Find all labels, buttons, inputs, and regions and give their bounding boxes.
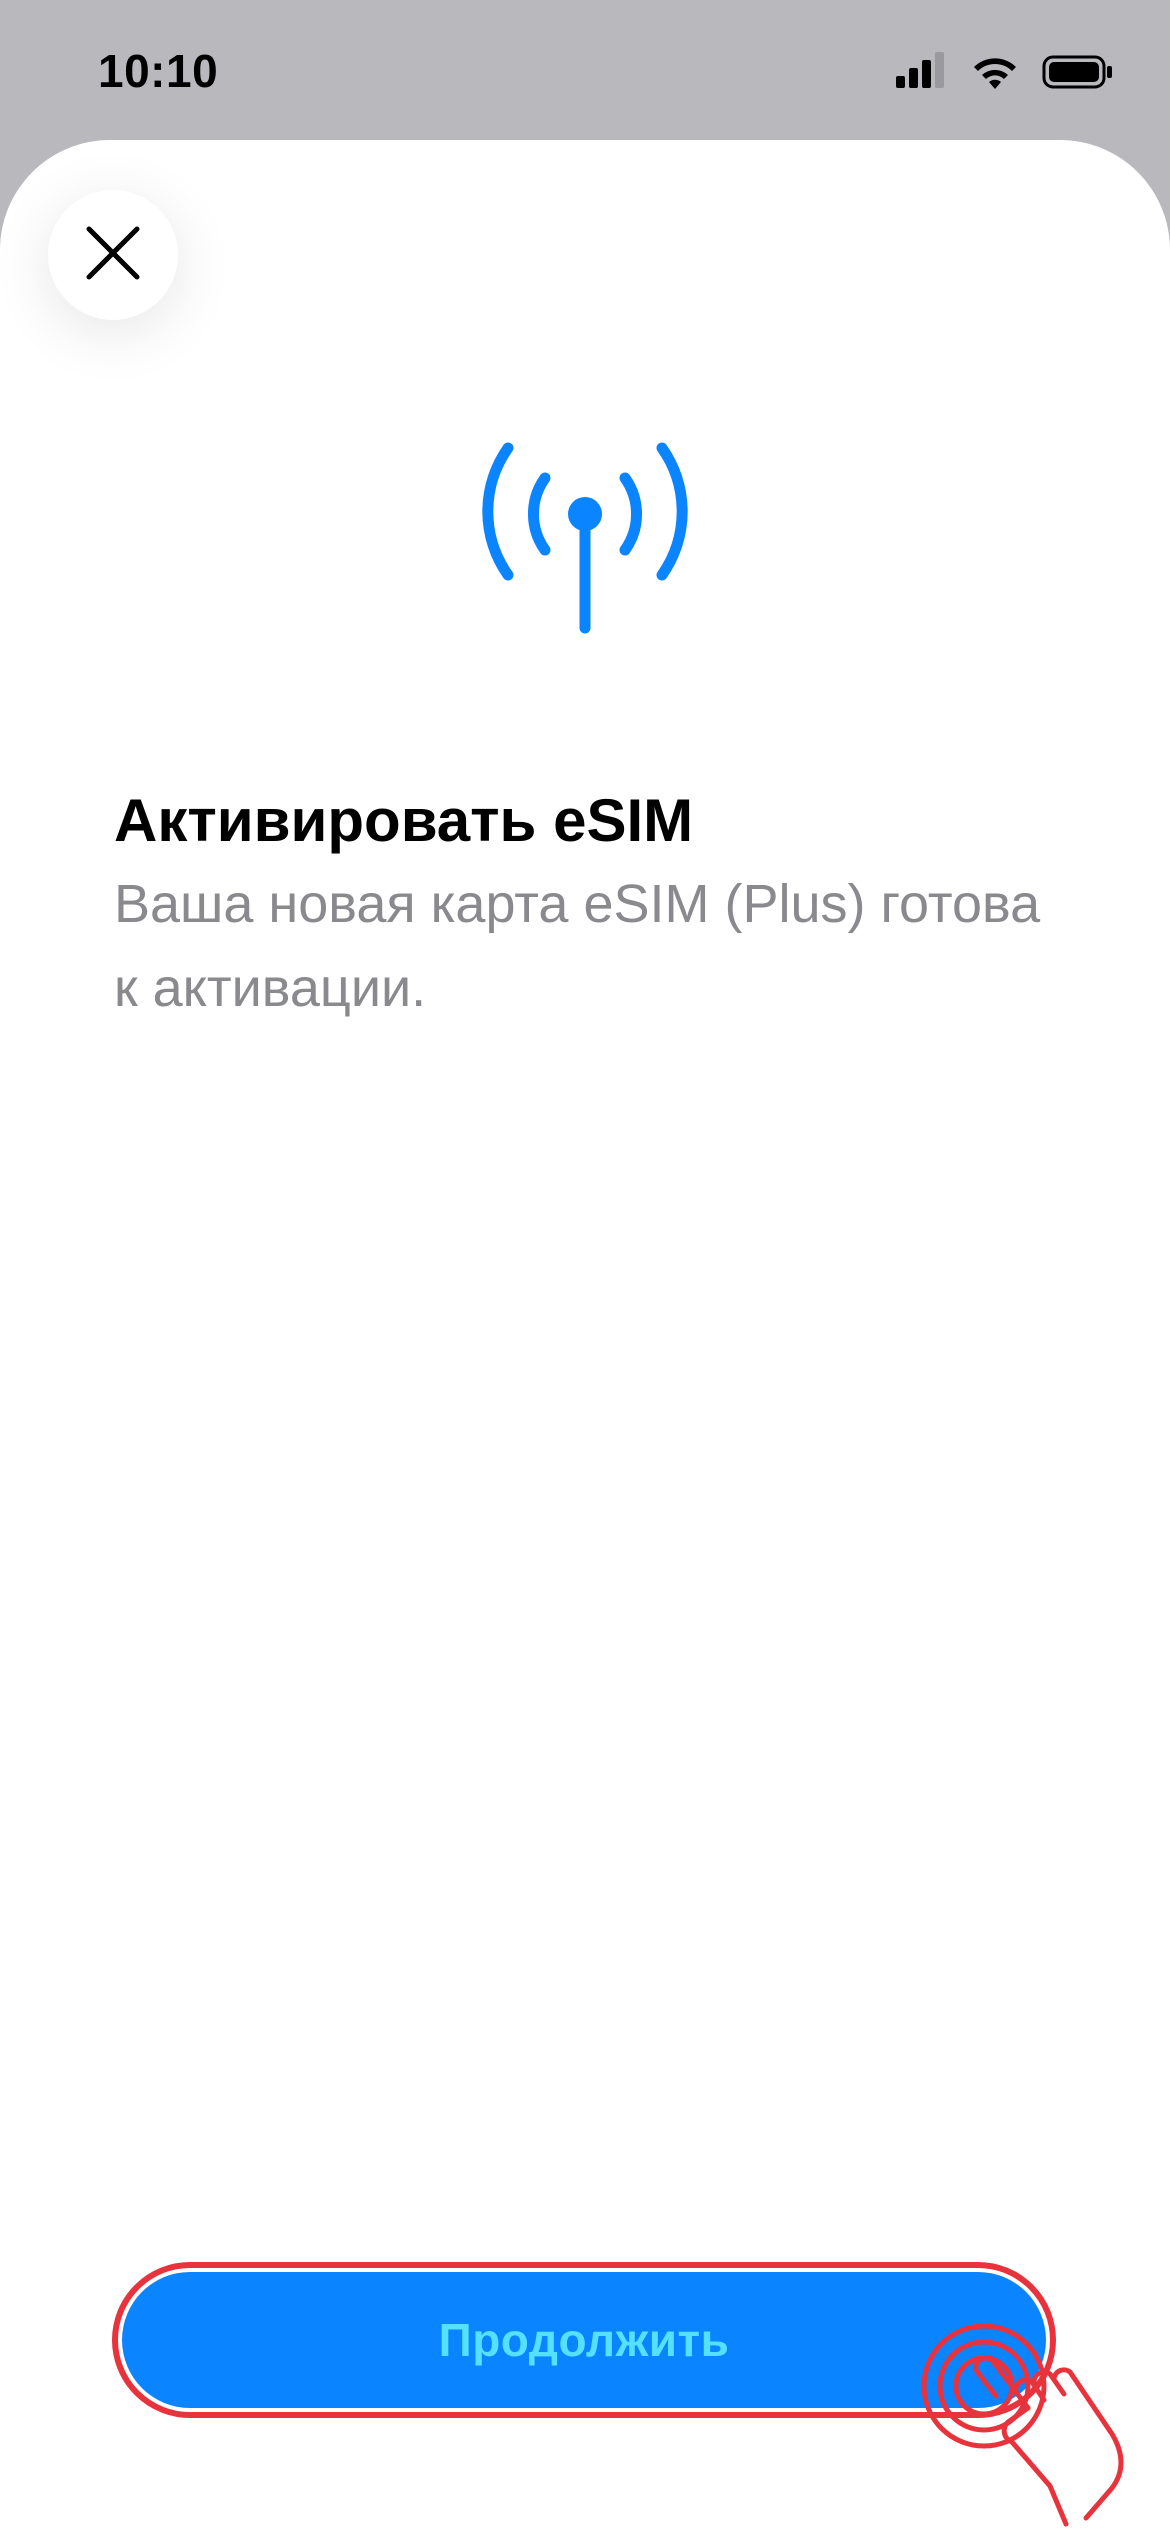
page-title: Активировать eSIM	[114, 787, 694, 854]
status-bar: 10:10	[0, 0, 1170, 140]
continue-button[interactable]: Продолжить	[122, 2272, 1046, 2408]
continue-button-label: Продолжить	[438, 2314, 730, 2366]
signal-icon	[896, 52, 948, 97]
continue-button-highlight: Продолжить	[112, 2262, 1056, 2418]
status-icons	[896, 52, 1114, 97]
antenna-broadcast-icon	[470, 430, 700, 640]
wifi-icon	[970, 53, 1020, 96]
close-button[interactable]	[48, 190, 178, 320]
close-icon	[83, 223, 143, 288]
esim-activation-sheet: Активировать eSIM Ваша новая карта eSIM …	[0, 140, 1170, 2532]
battery-icon	[1042, 54, 1114, 95]
tap-gesture-icon	[916, 2318, 1170, 2532]
status-time: 10:10	[98, 45, 219, 97]
page-subtitle: Ваша новая карта eSIM (Plus) готова к ак…	[114, 874, 1041, 1018]
